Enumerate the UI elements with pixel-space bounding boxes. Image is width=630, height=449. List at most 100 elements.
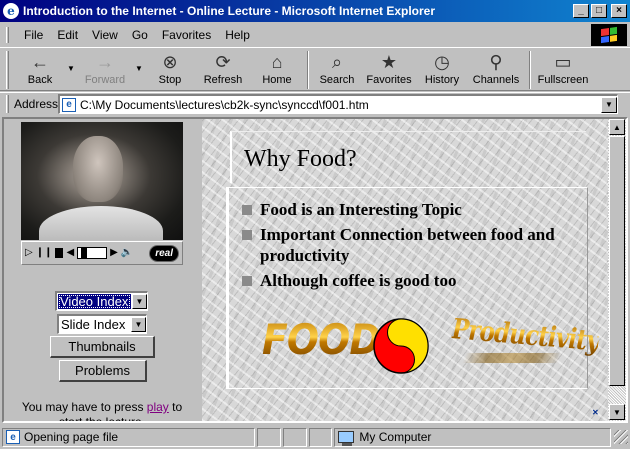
forward-dropdown-icon[interactable]: ▼ — [133, 48, 145, 73]
scroll-down-icon[interactable]: ▼ — [609, 404, 625, 420]
fast-forward-icon[interactable]: ▶ — [110, 248, 118, 258]
menu-grip[interactable] — [6, 27, 9, 43]
history-label: History — [424, 74, 460, 86]
search-label: Search — [319, 74, 355, 86]
status-zone: My Computer — [359, 430, 432, 444]
my-computer-icon — [338, 431, 355, 446]
bullet-text: Important Connection between food and pr… — [260, 225, 555, 265]
stop-icon: ⊗ — [162, 52, 178, 72]
toolbar-grip[interactable] — [6, 51, 9, 89]
slide-bullets: Food is an Interesting Topic Important C… — [242, 199, 572, 295]
slide-frame: Why Food? Food is an Interesting Topic I… — [202, 119, 608, 421]
menu-file[interactable]: File — [17, 26, 50, 44]
stop-player-icon[interactable] — [55, 248, 64, 258]
home-icon: ⌂ — [271, 52, 283, 72]
address-dropdown-icon[interactable]: ▼ — [601, 96, 617, 113]
problems-button[interactable]: Problems — [59, 360, 147, 382]
close-button[interactable]: × — [611, 4, 627, 18]
scroll-thumb[interactable] — [609, 136, 625, 386]
channels-button[interactable]: ⚲ Channels — [467, 48, 525, 90]
bullet-square-icon — [242, 205, 252, 215]
player-controls: ▷ ❙❙ ◀ ▶ 🔈 real — [21, 241, 183, 265]
status-panel-empty — [308, 427, 333, 447]
window-title: Introduction to the Internet - Online Le… — [23, 4, 436, 18]
windows-logo-icon — [591, 24, 627, 46]
fullscreen-icon: ▭ — [554, 52, 572, 72]
menu-view[interactable]: View — [85, 26, 125, 44]
play-link[interactable]: play — [147, 400, 169, 414]
toolbar-separator — [307, 51, 309, 89]
real-player-logo[interactable]: real — [149, 244, 179, 262]
channels-label: Channels — [472, 74, 520, 86]
status-panel-empty — [282, 427, 307, 447]
address-bar: Address e C:\My Documents\lectures\cb2k-… — [0, 92, 630, 114]
page-icon: e — [62, 97, 76, 112]
address-grip[interactable] — [6, 94, 9, 113]
title-bar[interactable]: e Introduction to the Internet - Online … — [0, 0, 630, 22]
address-input[interactable]: e C:\My Documents\lectures\cb2k-sync\syn… — [58, 94, 618, 114]
menu-edit[interactable]: Edit — [50, 26, 85, 44]
slide-title: Why Food? — [244, 146, 357, 172]
status-zone-panel: My Computer — [334, 427, 612, 447]
video-player-screen[interactable] — [21, 122, 183, 240]
resize-grip-icon[interactable] — [614, 430, 629, 444]
history-icon: ◷ — [434, 52, 450, 72]
slide-corner-icon: ✕ — [592, 408, 599, 417]
video-index-select[interactable]: Video Index ▼ — [55, 291, 148, 311]
fullscreen-button[interactable]: ▭ Fullscreen — [535, 48, 591, 90]
seek-slider[interactable] — [77, 247, 108, 259]
back-dropdown-icon[interactable]: ▼ — [65, 48, 77, 73]
video-index-dropdown-icon[interactable]: ▼ — [132, 294, 147, 309]
home-label: Home — [262, 74, 292, 86]
fullscreen-label: Fullscreen — [537, 74, 589, 86]
back-button[interactable]: ← Back — [15, 48, 65, 90]
ie-logo-icon: e — [3, 3, 19, 19]
menu-go[interactable]: Go — [125, 26, 155, 44]
stop-label: Stop — [158, 74, 182, 86]
channels-icon: ⚲ — [489, 52, 503, 72]
pause-icon[interactable]: ❙❙ — [36, 248, 53, 258]
page-loading-icon: e — [6, 430, 20, 444]
back-arrow-icon: ← — [31, 52, 49, 72]
rewind-icon[interactable]: ◀ — [66, 248, 74, 258]
stop-button[interactable]: ⊗ Stop — [145, 48, 195, 90]
favorites-button[interactable]: ★ Favorites — [361, 48, 417, 90]
address-label: Address — [14, 96, 59, 111]
vertical-scrollbar[interactable]: ▲ ▼ — [608, 119, 626, 421]
refresh-button[interactable]: ⟳ Refresh — [195, 48, 251, 90]
forward-label: Forward — [84, 74, 126, 86]
search-icon: ⌕ — [331, 52, 343, 72]
forward-button[interactable]: → Forward — [77, 48, 133, 90]
menu-favorites[interactable]: Favorites — [155, 26, 218, 44]
maximize-button[interactable]: □ — [591, 4, 607, 18]
slide-index-select[interactable]: Slide Index ▼ — [57, 314, 147, 334]
address-value[interactable]: C:\My Documents\lectures\cb2k-sync\syncc… — [80, 98, 601, 112]
productivity-reflection — [462, 353, 562, 363]
toolbar-separator — [529, 51, 531, 89]
menu-help[interactable]: Help — [218, 26, 257, 44]
home-button[interactable]: ⌂ Home — [251, 48, 303, 90]
history-button[interactable]: ◷ History — [417, 48, 467, 90]
scroll-up-icon[interactable]: ▲ — [609, 119, 625, 135]
volume-icon[interactable]: 🔈 — [121, 248, 133, 258]
play-icon[interactable]: ▷ — [25, 248, 33, 258]
play-instructions: You may have to press play to start the … — [12, 400, 192, 421]
toolbar: ← Back ▼ → Forward ▼ ⊗ Stop ⟳ Refresh ⌂ … — [0, 47, 630, 91]
bullet-square-icon — [242, 230, 252, 240]
thumbnails-button[interactable]: Thumbnails — [50, 336, 155, 358]
status-message: Opening page file — [24, 430, 119, 444]
yin-yang-icon — [373, 318, 429, 374]
favorites-label: Favorites — [366, 74, 412, 86]
search-button[interactable]: ⌕ Search — [313, 48, 361, 90]
refresh-icon: ⟳ — [215, 52, 231, 72]
video-index-value: Video Index — [58, 294, 131, 309]
bullet-square-icon — [242, 276, 252, 286]
seek-thumb[interactable] — [81, 247, 88, 259]
bullet-text: Although coffee is good too — [260, 271, 457, 290]
forward-arrow-icon: → — [96, 52, 114, 72]
food-wordart: FOOD — [262, 315, 381, 364]
favorites-icon: ★ — [380, 52, 398, 72]
bullet-item: Important Connection between food and pr… — [242, 224, 572, 266]
minimize-button[interactable]: _ — [573, 4, 589, 18]
slide-index-dropdown-icon[interactable]: ▼ — [131, 317, 146, 332]
